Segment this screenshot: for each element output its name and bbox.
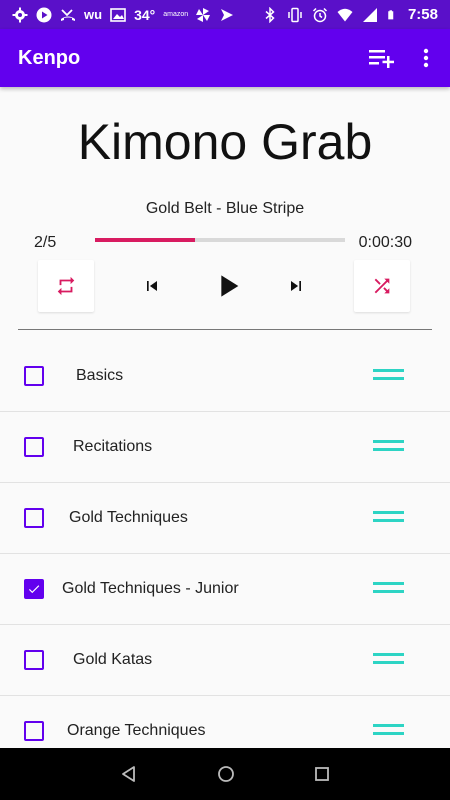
- vibrate-icon: [288, 7, 302, 22]
- play-button[interactable]: [208, 266, 246, 306]
- repeat-button[interactable]: [38, 260, 94, 312]
- status-bar: wu 34° amazon 7:58: [0, 0, 450, 29]
- track-title: Kimono Grab: [77, 114, 373, 170]
- photos-icon: [110, 7, 126, 22]
- pinwheel-icon: [196, 7, 211, 22]
- home-icon[interactable]: [217, 765, 235, 783]
- next-button[interactable]: [282, 272, 310, 300]
- skip-next-icon: [291, 281, 301, 291]
- amazon-icon: amazon: [163, 11, 189, 18]
- gear-icon: [12, 7, 28, 22]
- overflow-menu-button[interactable]: [404, 36, 448, 80]
- wifi-icon: [337, 8, 353, 21]
- playlist-add-button[interactable]: [360, 36, 404, 80]
- checkbox[interactable]: [24, 579, 44, 599]
- navigation-bar: [0, 748, 450, 800]
- shuffle-button[interactable]: [354, 260, 410, 312]
- app-title: Kenpo: [18, 46, 81, 69]
- playlist: Basics Recitations Gold Techniques Gold …: [0, 341, 450, 767]
- drag-handle-icon[interactable]: [373, 653, 404, 667]
- play-icon: [221, 275, 239, 297]
- list-item[interactable]: Gold Techniques: [0, 483, 450, 554]
- divider: [18, 329, 432, 330]
- list-item-label: Basics: [76, 367, 124, 384]
- list-item-label: Recitations: [73, 438, 153, 455]
- drag-handle-icon[interactable]: [373, 582, 404, 596]
- list-item-label: Orange Techniques: [67, 722, 206, 739]
- list-item-label: Gold Techniques - Junior: [62, 580, 239, 597]
- drag-handle-icon[interactable]: [373, 440, 404, 454]
- clock: 7:58: [407, 6, 438, 23]
- send-icon: [221, 8, 234, 21]
- list-item[interactable]: Basics: [0, 341, 450, 412]
- skip-previous-icon: [147, 281, 157, 291]
- bluetooth-icon: [265, 6, 275, 23]
- progress-bar[interactable]: [95, 238, 345, 242]
- drag-handle-icon[interactable]: [373, 724, 404, 738]
- playlist-add-icon: [369, 50, 394, 68]
- drag-handle-icon[interactable]: [373, 511, 404, 525]
- battery-icon: [388, 9, 394, 19]
- checkbox[interactable]: [24, 508, 44, 528]
- shuffle-icon: [374, 278, 390, 294]
- list-item-label: Gold Katas: [73, 651, 153, 668]
- track-position: 2/5: [34, 234, 57, 251]
- more-vert-icon: [423, 48, 429, 68]
- missed-call-icon: [61, 8, 75, 21]
- repeat-icon: [57, 276, 75, 296]
- signal-icon: [362, 7, 377, 22]
- wu-icon: wu: [84, 7, 103, 22]
- recents-icon[interactable]: [314, 766, 330, 782]
- checkbox[interactable]: [24, 650, 44, 670]
- track-subtitle: Gold Belt - Blue Stripe: [145, 200, 305, 217]
- temperature: 34°: [134, 6, 156, 23]
- list-item[interactable]: Gold Katas: [0, 625, 450, 696]
- checkbox[interactable]: [24, 366, 44, 386]
- app-bar: Kenpo: [0, 29, 450, 87]
- track-time: 0:00:30: [358, 234, 412, 251]
- drag-handle-icon[interactable]: [373, 369, 404, 383]
- previous-button[interactable]: [138, 272, 166, 300]
- alarm-icon: [312, 7, 327, 22]
- back-icon[interactable]: [120, 765, 138, 783]
- check-icon: [28, 585, 40, 594]
- progress-fill: [95, 238, 195, 242]
- checkbox[interactable]: [24, 437, 44, 457]
- list-item[interactable]: Recitations: [0, 412, 450, 483]
- list-item[interactable]: Gold Techniques - Junior: [0, 554, 450, 625]
- list-item-label: Gold Techniques: [69, 509, 188, 526]
- checkbox[interactable]: [24, 721, 44, 741]
- play-icon: [36, 7, 52, 22]
